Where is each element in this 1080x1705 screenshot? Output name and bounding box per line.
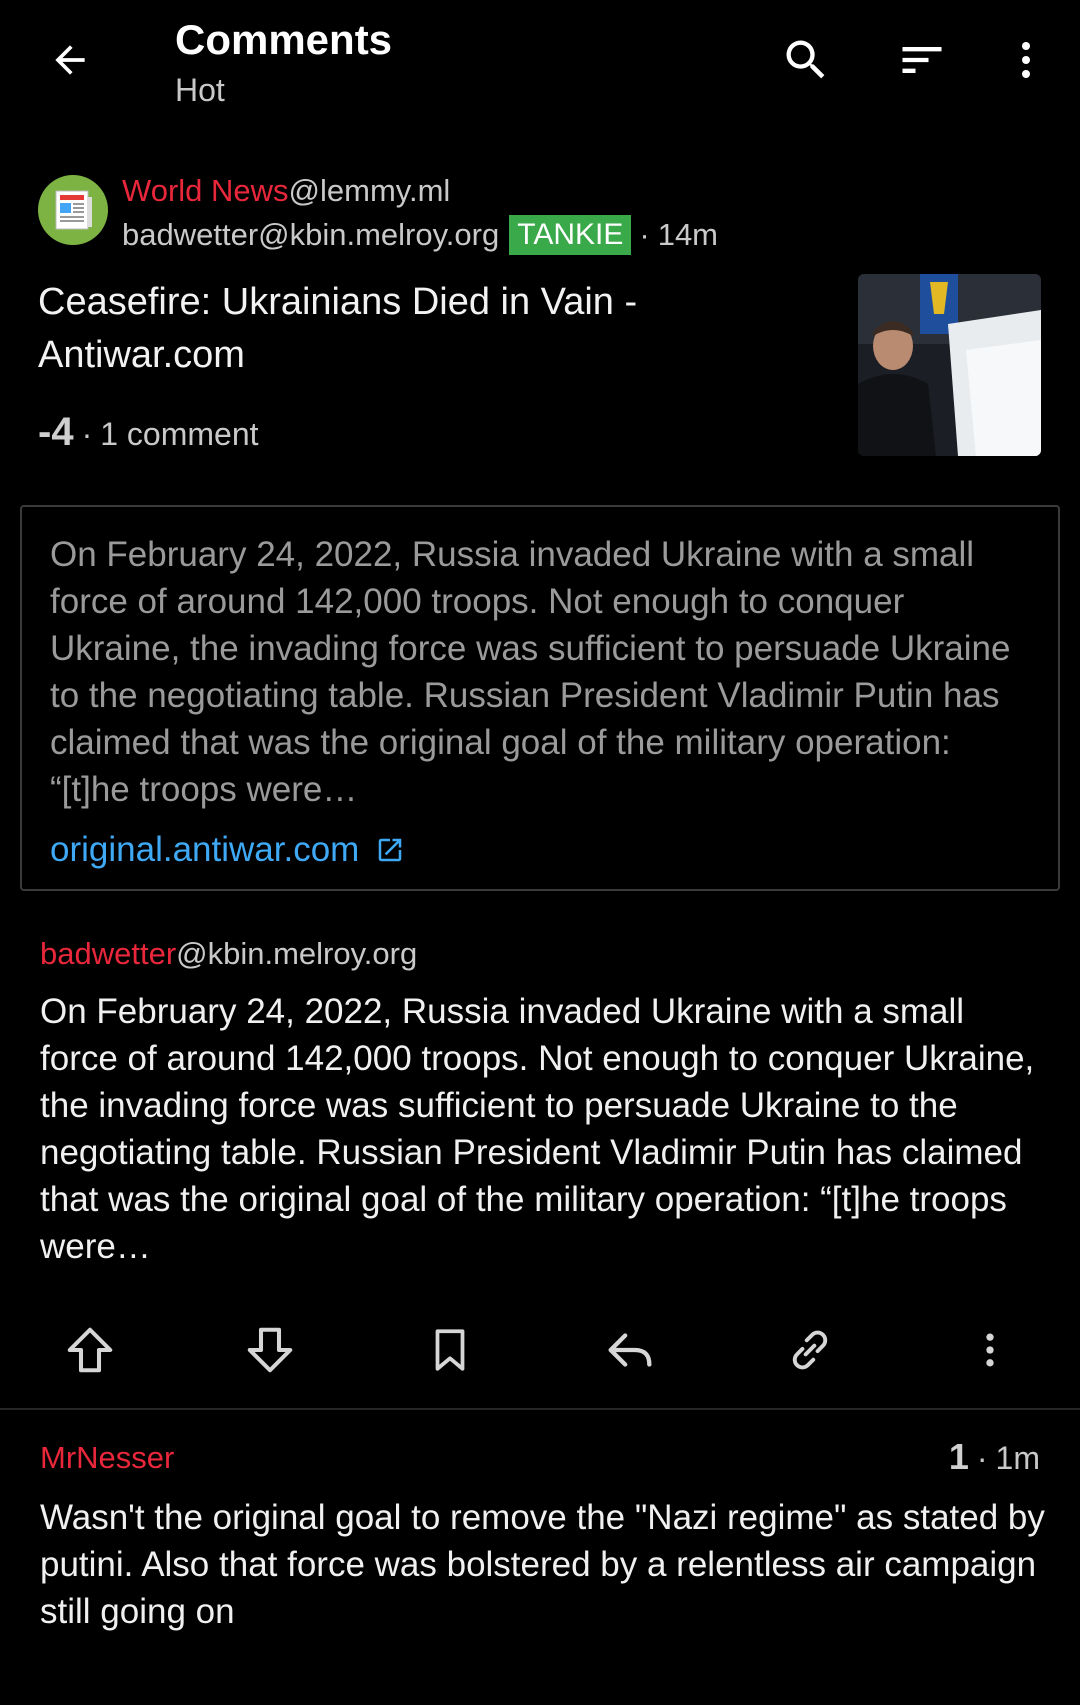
- page-title: Comments: [175, 16, 393, 63]
- body-author[interactable]: badwetter@kbin.melroy.org: [40, 936, 417, 972]
- community-name[interactable]: World News: [122, 173, 289, 208]
- link-url[interactable]: original.antiwar.com: [50, 827, 1030, 873]
- post-body: On February 24, 2022, Russia invaded Ukr…: [40, 992, 1035, 1266]
- external-link-icon: [375, 835, 405, 865]
- reply-icon: [608, 1333, 652, 1367]
- search-icon: [786, 40, 825, 79]
- post-score: -4: [38, 410, 74, 454]
- more-vertical-icon: [1022, 42, 1030, 78]
- separator-dot: ·: [639, 217, 650, 252]
- copy-link-button[interactable]: [770, 1310, 850, 1390]
- sort-icon: [902, 47, 942, 73]
- comment-time: 1m: [995, 1440, 1040, 1476]
- title-block: Comments Hot: [175, 14, 392, 112]
- post-more-button[interactable]: [950, 1310, 1030, 1390]
- community-instance: @lemmy.ml: [288, 173, 451, 208]
- separator-dot: ·: [81, 416, 93, 452]
- post-title[interactable]: Ceasefire: Ukrainians Died in Vain - Ant…: [38, 276, 838, 382]
- post-thumbnail[interactable]: [858, 274, 1041, 456]
- link-icon: [792, 1330, 828, 1370]
- community-line[interactable]: World News@lemmy.ml: [122, 170, 718, 212]
- sort-button[interactable]: [892, 30, 952, 90]
- search-button[interactable]: [776, 30, 836, 90]
- comment-count: 1 comment: [100, 416, 259, 452]
- downvote-button[interactable]: [230, 1310, 310, 1390]
- comment-meta: 1 · 1m: [949, 1436, 1040, 1478]
- comment-author[interactable]: MrNesser: [40, 1440, 174, 1476]
- more-vertical-icon: [986, 1333, 994, 1367]
- downvote-icon: [247, 1327, 293, 1373]
- community-avatar[interactable]: [38, 175, 108, 245]
- post-time: 14m: [657, 217, 719, 252]
- body-author-name[interactable]: badwetter: [40, 936, 176, 971]
- bookmark-button[interactable]: [410, 1310, 490, 1390]
- post-action-bar: [0, 1310, 1080, 1390]
- back-button[interactable]: [40, 30, 100, 90]
- more-options-button[interactable]: [996, 30, 1056, 90]
- newspaper-icon: [55, 190, 92, 230]
- link-domain[interactable]: original.antiwar.com: [50, 827, 359, 873]
- sort-mode-label: Hot: [175, 72, 225, 108]
- link-preview-card[interactable]: On February 24, 2022, Russia invaded Ukr…: [20, 505, 1060, 891]
- upvote-button[interactable]: [50, 1310, 130, 1390]
- back-arrow-icon: [55, 45, 85, 75]
- user-tag-badge: TANKIE: [509, 215, 632, 255]
- post-author[interactable]: badwetter@kbin.melroy.org: [122, 214, 499, 256]
- separator-dot: ·: [976, 1440, 988, 1476]
- comment-score: 1: [948, 1436, 969, 1477]
- upvote-icon: [67, 1327, 113, 1373]
- thumbnail-image: [858, 274, 1041, 456]
- bookmark-icon: [435, 1329, 465, 1371]
- divider: [0, 1408, 1080, 1410]
- comment-body[interactable]: Wasn't the original goal to remove the "…: [40, 1494, 1050, 1635]
- post-meta: World News@lemmy.ml badwetter@kbin.melro…: [122, 170, 718, 256]
- top-app-bar: Comments Hot: [0, 0, 1080, 130]
- link-excerpt: On February 24, 2022, Russia invaded Ukr…: [50, 535, 1011, 809]
- reply-button[interactable]: [590, 1310, 670, 1390]
- author-line: badwetter@kbin.melroy.org TANKIE · 14m: [122, 214, 718, 256]
- body-author-instance: @kbin.melroy.org: [176, 936, 418, 971]
- post-stats: -4 · 1 comment: [38, 410, 259, 455]
